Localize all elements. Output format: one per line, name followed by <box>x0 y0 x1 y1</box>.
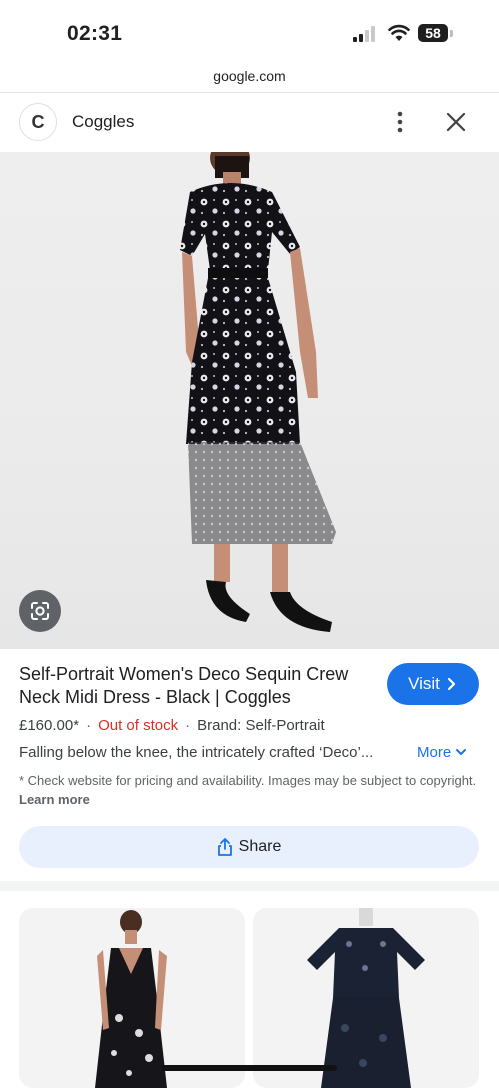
product-title[interactable]: Self-Portrait Women's Deco Sequin Crew N… <box>19 663 369 709</box>
share-label: Share <box>238 838 282 855</box>
url-bar[interactable]: google.com <box>0 64 499 93</box>
product-price: £160.00* <box>19 717 80 734</box>
visit-button[interactable]: Visit <box>387 663 479 705</box>
close-icon[interactable] <box>444 110 468 134</box>
wifi-icon <box>388 24 410 41</box>
more-label: More <box>417 744 452 761</box>
battery-tip <box>450 30 453 37</box>
more-vert-icon[interactable] <box>388 109 412 135</box>
home-indicator[interactable] <box>161 1065 337 1071</box>
disclaimer: * Check website for pricing and availabi… <box>19 771 481 809</box>
signal-icon <box>353 26 375 42</box>
learn-more-link[interactable]: Learn more <box>19 792 90 807</box>
product-brand: Brand: Self-Portrait <box>197 717 325 734</box>
visit-label: Visit <box>408 674 440 693</box>
separator-dot: · <box>185 717 191 734</box>
chevron-down-icon <box>456 749 467 756</box>
stock-status: Out of stock <box>98 717 179 734</box>
product-meta: £160.00* · Out of stock · Brand: Self-Portra… <box>19 717 325 734</box>
more-button[interactable]: More <box>417 744 467 761</box>
status-bar: 02:31 58 <box>0 0 499 64</box>
section-divider <box>0 881 499 891</box>
site-name: Coggles <box>72 112 135 131</box>
related-image-card[interactable] <box>19 908 245 1088</box>
related-image-card[interactable] <box>253 908 479 1088</box>
chevron-right-icon <box>447 677 456 691</box>
related-dress-image <box>95 910 167 1088</box>
dress-model-illustration <box>180 152 336 632</box>
battery-icon: 58 <box>418 24 448 42</box>
site-header: C Coggles <box>0 93 499 151</box>
status-time: 02:31 <box>67 22 123 45</box>
share-icon <box>217 838 232 856</box>
site-logo: C <box>19 103 57 141</box>
disclaimer-text: * Check website for pricing and availabi… <box>19 773 477 788</box>
related-dress-image <box>307 908 425 1088</box>
share-button[interactable]: Share <box>19 826 479 868</box>
lens-button[interactable] <box>19 590 61 632</box>
product-image[interactable] <box>0 152 499 649</box>
product-description: Falling below the knee, the intricately … <box>19 744 374 761</box>
separator-dot: · <box>86 717 92 734</box>
lens-icon <box>31 602 49 620</box>
